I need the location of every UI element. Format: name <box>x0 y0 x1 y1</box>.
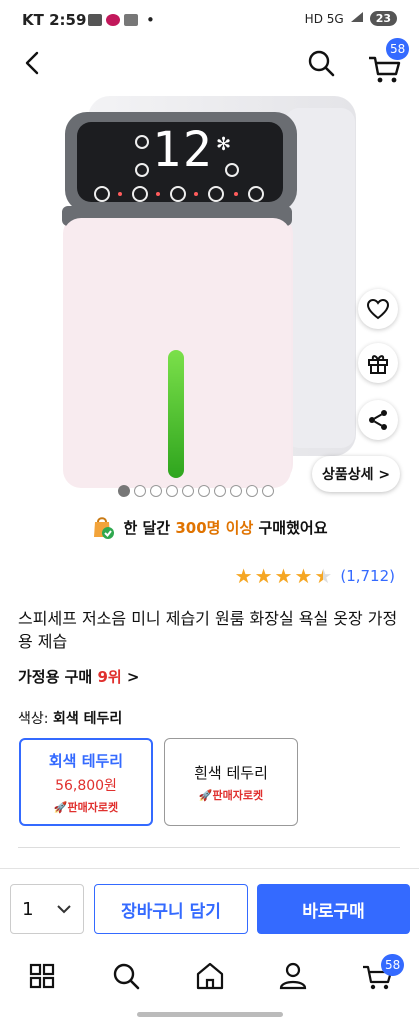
star-icon: ★ <box>274 564 293 588</box>
signal-icon <box>350 11 364 26</box>
review-count[interactable]: (1,712) <box>340 567 395 585</box>
gallery-pagination <box>118 485 274 497</box>
wishlist-button[interactable] <box>358 289 398 329</box>
cart-count-badge: 58 <box>386 38 410 60</box>
status-bar: KT 2:59 • HD 5G 23 <box>0 0 419 40</box>
shopping-bag-check-icon <box>94 517 115 539</box>
heart-icon <box>366 298 390 320</box>
status-right: HD 5G 23 <box>305 11 397 26</box>
person-icon <box>279 962 307 990</box>
gesture-home-indicator <box>137 1012 283 1017</box>
star-icon: ★ <box>294 564 313 588</box>
product-image[interactable]: ✻ 12 <box>0 88 419 498</box>
cart-button[interactable]: 58 <box>366 38 410 86</box>
half-star-icon: ★ <box>314 564 333 588</box>
search-icon <box>113 963 140 990</box>
tab-search[interactable] <box>108 958 144 994</box>
search-button[interactable] <box>304 46 338 80</box>
gallery-dot[interactable] <box>118 485 130 497</box>
tab-cart[interactable]: 58 <box>360 954 405 994</box>
screenshot-icon <box>124 14 138 26</box>
seller-rocket-badge: 🚀판매자로켓 <box>198 788 264 802</box>
tab-my-account[interactable] <box>275 958 311 994</box>
share-icon <box>369 410 387 430</box>
share-button[interactable] <box>358 400 398 440</box>
gallery-dot[interactable] <box>150 485 162 497</box>
rocket-icon: 🚀 <box>198 788 213 802</box>
rating-summary[interactable]: ★ ★ ★ ★ ★ (1,712) <box>235 566 395 586</box>
app-notification-icon <box>106 14 120 26</box>
chevron-down-icon <box>57 905 71 914</box>
gallery-dot[interactable] <box>214 485 226 497</box>
buy-now-button[interactable]: 바로구매 <box>257 884 410 934</box>
tab-home[interactable] <box>192 958 228 994</box>
search-icon <box>308 50 335 77</box>
home-icon <box>196 962 224 990</box>
battery-indicator: 23 <box>369 11 397 26</box>
gallery-dot[interactable] <box>198 485 210 497</box>
tab-categories[interactable] <box>24 958 60 994</box>
rocket-icon: 🚀 <box>53 800 68 814</box>
notification-icon <box>88 14 102 26</box>
option-white-border[interactable]: 흰색 테두리 🚀판매자로켓 <box>164 738 298 826</box>
back-button[interactable] <box>16 46 50 80</box>
network-indicator: HD 5G <box>304 11 344 26</box>
seller-rocket-badge: 🚀판매자로켓 <box>53 800 119 814</box>
status-time: KT 2:59 <box>22 11 87 29</box>
product-title: 스피세프 저소음 미니 제습기 원룸 화장실 욕실 옷장 가정용 제습 <box>18 609 398 651</box>
option-name: 회색 테두리 <box>48 751 124 770</box>
category-rank-link[interactable]: 가정용 구매 9위 > <box>18 666 140 687</box>
option-name: 흰색 테두리 <box>194 763 268 782</box>
product-detail-label: 상품상세 > <box>321 467 391 483</box>
gift-button[interactable] <box>358 343 398 383</box>
gallery-dot[interactable] <box>182 485 194 497</box>
add-to-cart-button[interactable]: 장바구니 담기 <box>94 884 248 934</box>
more-notifications-dot: • <box>146 11 155 29</box>
gallery-dot[interactable] <box>134 485 146 497</box>
option-gray-border[interactable]: 회색 테두리 56,800원 🚀판매자로켓 <box>19 738 153 826</box>
grid-icon <box>29 963 55 989</box>
star-icon: ★ <box>254 564 273 588</box>
color-option-label: 색상: 회색 테두리 <box>18 711 123 727</box>
display-digits: 12 <box>152 122 214 178</box>
product-detail-button[interactable]: 상품상세 > <box>312 456 400 492</box>
gallery-dot[interactable] <box>246 485 258 497</box>
section-divider <box>18 847 400 848</box>
quantity-select[interactable]: 1 <box>10 884 84 934</box>
gallery-dot[interactable] <box>166 485 178 497</box>
option-price: 56,800원 <box>55 777 117 794</box>
purchase-info-text: 한 달간 300명 이상 구매했어요 <box>123 518 328 537</box>
gallery-dot[interactable] <box>230 485 242 497</box>
chevron-left-icon <box>25 51 39 75</box>
tab-cart-count-badge: 58 <box>381 954 405 976</box>
svg-text:✻: ✻ <box>216 134 231 155</box>
gift-icon <box>368 355 388 374</box>
star-icon: ★ <box>234 564 253 588</box>
monthly-purchase-info: 한 달간 300명 이상 구매했어요 <box>0 512 419 542</box>
gallery-dot[interactable] <box>262 485 274 497</box>
quantity-value: 1 <box>22 898 34 920</box>
